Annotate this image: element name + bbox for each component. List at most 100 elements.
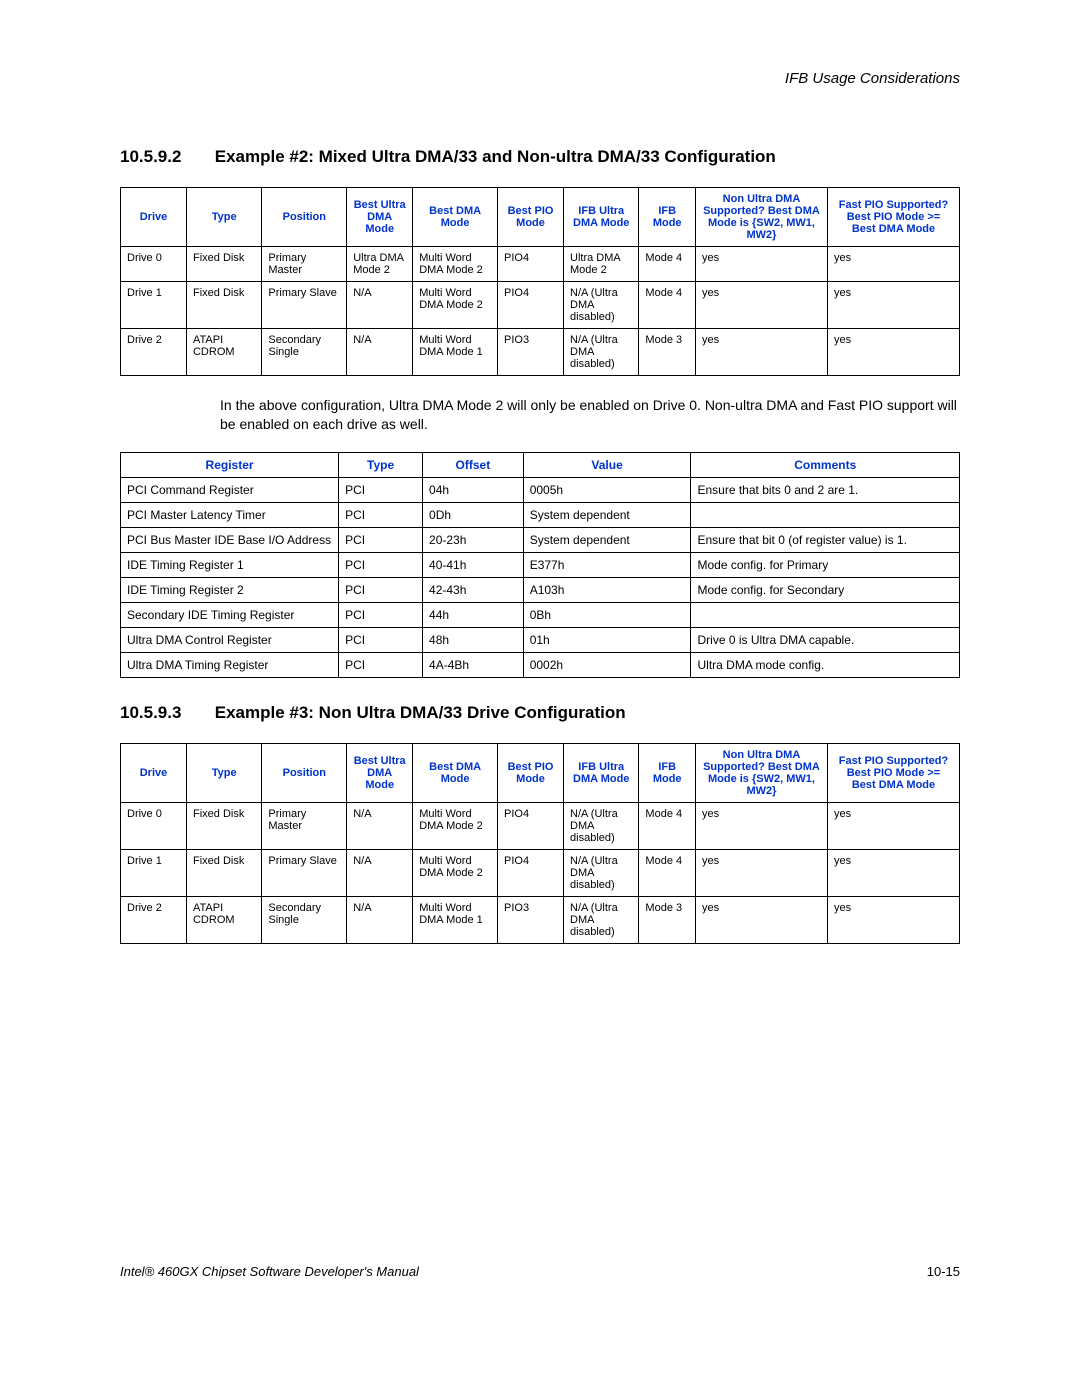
- column-header: Offset: [423, 452, 524, 477]
- table-row: PCI Command RegisterPCI04h0005hEnsure th…: [121, 477, 960, 502]
- footer-right: 10-15: [927, 1264, 960, 1279]
- table-cell: PCI: [339, 502, 423, 527]
- table-cell: Primary Slave: [262, 849, 347, 896]
- table-cell: Drive 1: [121, 849, 187, 896]
- table-cell: Fixed Disk: [186, 802, 261, 849]
- table-cell: A103h: [523, 577, 691, 602]
- table-cell: IDE Timing Register 1: [121, 552, 339, 577]
- table-cell: yes: [827, 247, 959, 282]
- table-cell: Ultra DMA Timing Register: [121, 652, 339, 677]
- table-cell: Mode 3: [639, 896, 696, 943]
- table-cell: Mode 4: [639, 802, 696, 849]
- table-cell: PCI Command Register: [121, 477, 339, 502]
- table-cell: yes: [695, 329, 827, 376]
- table-cell: Drive 2: [121, 329, 187, 376]
- table-example-3-drives: DriveTypePositionBest Ultra DMA ModeBest…: [120, 743, 960, 944]
- table-cell: N/A (Ultra DMA disabled): [564, 849, 639, 896]
- column-header: Position: [262, 743, 347, 802]
- table-cell: Multi Word DMA Mode 1: [413, 896, 498, 943]
- table-cell: PIO4: [498, 282, 564, 329]
- table-cell: E377h: [523, 552, 691, 577]
- table-cell: PIO3: [498, 329, 564, 376]
- table-cell: N/A: [347, 329, 413, 376]
- table-cell: Mode 3: [639, 329, 696, 376]
- table-cell: [691, 602, 960, 627]
- table-cell: PIO4: [498, 849, 564, 896]
- table-cell: PCI: [339, 477, 423, 502]
- table-cell: 0Bh: [523, 602, 691, 627]
- table-cell: PCI: [339, 652, 423, 677]
- table-cell: PCI: [339, 527, 423, 552]
- table-cell: Mode 4: [639, 247, 696, 282]
- table-row: PCI Bus Master IDE Base I/O AddressPCI20…: [121, 527, 960, 552]
- table-cell: System dependent: [523, 502, 691, 527]
- column-header: IFB Ultra DMA Mode: [564, 743, 639, 802]
- table-cell: PCI: [339, 577, 423, 602]
- table-cell: PIO4: [498, 247, 564, 282]
- table-cell: N/A (Ultra DMA disabled): [564, 282, 639, 329]
- table-cell: N/A: [347, 802, 413, 849]
- table-row: Ultra DMA Timing RegisterPCI4A-4Bh0002hU…: [121, 652, 960, 677]
- table-cell: Secondary IDE Timing Register: [121, 602, 339, 627]
- table-cell: Secondary Single: [262, 329, 347, 376]
- table-cell: PCI: [339, 627, 423, 652]
- column-header: Value: [523, 452, 691, 477]
- table-cell: ATAPI CDROM: [186, 329, 261, 376]
- table-cell: Multi Word DMA Mode 2: [413, 802, 498, 849]
- table-cell: yes: [695, 282, 827, 329]
- table-cell: System dependent: [523, 527, 691, 552]
- page-header: IFB Usage Considerations: [120, 70, 960, 87]
- table-cell: Multi Word DMA Mode 2: [413, 247, 498, 282]
- table-cell: Ensure that bit 0 (of register value) is…: [691, 527, 960, 552]
- section-title: Example #3: Non Ultra DMA/33 Drive Confi…: [215, 703, 626, 722]
- table-cell: Primary Master: [262, 802, 347, 849]
- table-cell: N/A: [347, 849, 413, 896]
- footer-left: Intel® 460GX Chipset Software Developer'…: [120, 1264, 419, 1279]
- table-cell: Multi Word DMA Mode 2: [413, 282, 498, 329]
- table-row: Drive 2ATAPI CDROMSecondary SingleN/AMul…: [121, 896, 960, 943]
- table-cell: Drive 2: [121, 896, 187, 943]
- table-cell: N/A (Ultra DMA disabled): [564, 896, 639, 943]
- table-row: Secondary IDE Timing RegisterPCI44h0Bh: [121, 602, 960, 627]
- table-cell: Multi Word DMA Mode 1: [413, 329, 498, 376]
- section-title: Example #2: Mixed Ultra DMA/33 and Non-u…: [215, 147, 776, 166]
- table-cell: Ultra DMA Mode 2: [564, 247, 639, 282]
- table-cell: Mode config. for Secondary: [691, 577, 960, 602]
- column-header: Type: [186, 743, 261, 802]
- table-cell: PIO4: [498, 802, 564, 849]
- table-cell: yes: [827, 896, 959, 943]
- table-row: IDE Timing Register 2PCI42-43hA103hMode …: [121, 577, 960, 602]
- column-header: Position: [262, 188, 347, 247]
- table-cell: N/A (Ultra DMA disabled): [564, 329, 639, 376]
- section-number: 10.5.9.2: [120, 147, 210, 167]
- table-cell: IDE Timing Register 2: [121, 577, 339, 602]
- table-cell: 0Dh: [423, 502, 524, 527]
- table-cell: 0002h: [523, 652, 691, 677]
- column-header: Drive: [121, 743, 187, 802]
- section-number: 10.5.9.3: [120, 703, 210, 723]
- column-header: Comments: [691, 452, 960, 477]
- table-cell: yes: [695, 802, 827, 849]
- table-cell: PCI Bus Master IDE Base I/O Address: [121, 527, 339, 552]
- table-row: Drive 2ATAPI CDROMSecondary SingleN/AMul…: [121, 329, 960, 376]
- table-cell: 48h: [423, 627, 524, 652]
- column-header: Type: [186, 188, 261, 247]
- table-cell: Ensure that bits 0 and 2 are 1.: [691, 477, 960, 502]
- table-row: PCI Master Latency TimerPCI0DhSystem dep…: [121, 502, 960, 527]
- column-header: IFB Ultra DMA Mode: [564, 188, 639, 247]
- column-header: Type: [339, 452, 423, 477]
- table-cell: yes: [827, 802, 959, 849]
- table-cell: 40-41h: [423, 552, 524, 577]
- column-header: IFB Mode: [639, 188, 696, 247]
- table-row: Drive 1Fixed DiskPrimary SlaveN/AMulti W…: [121, 282, 960, 329]
- table-cell: 0005h: [523, 477, 691, 502]
- table-cell: Secondary Single: [262, 896, 347, 943]
- column-header: Fast PIO Supported? Best PIO Mode >= Bes…: [827, 743, 959, 802]
- table-cell: N/A (Ultra DMA disabled): [564, 802, 639, 849]
- column-header: Best PIO Mode: [498, 743, 564, 802]
- table-cell: ATAPI CDROM: [186, 896, 261, 943]
- column-header: Best DMA Mode: [413, 743, 498, 802]
- table-cell: Mode 4: [639, 849, 696, 896]
- table-cell: 44h: [423, 602, 524, 627]
- column-header: Best DMA Mode: [413, 188, 498, 247]
